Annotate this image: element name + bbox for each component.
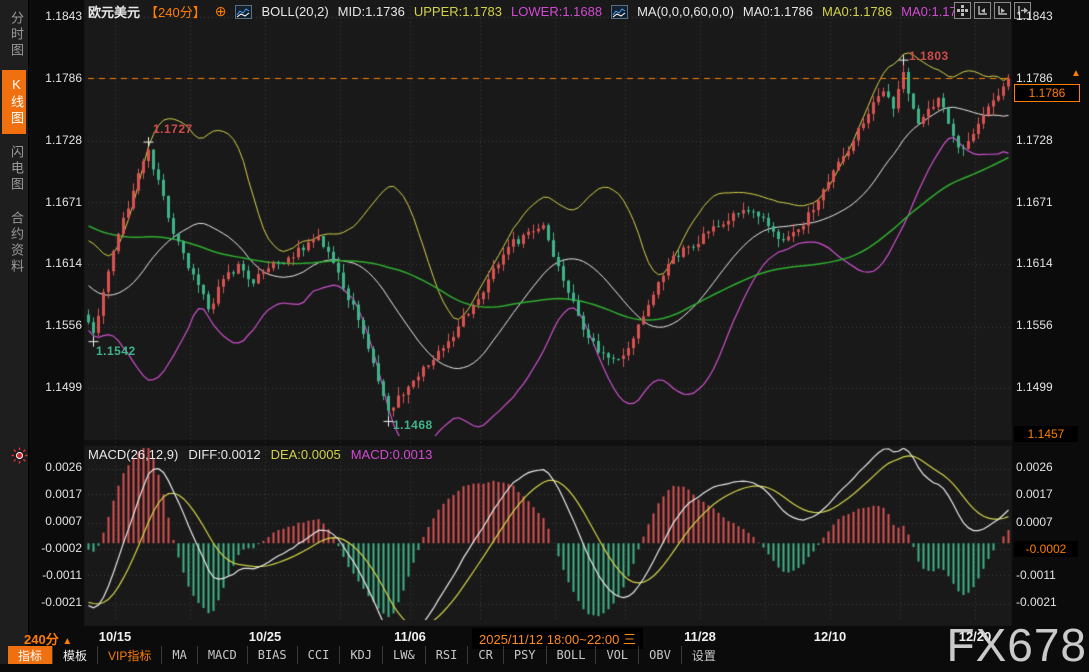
boll-lower-readout: LOWER:1.1688 <box>511 4 602 19</box>
range-low-tag: 1.1457 <box>1014 426 1078 442</box>
tab-psy[interactable]: PSY <box>503 646 546 664</box>
price-chart-canvas[interactable] <box>0 0 1089 664</box>
macd-header: MACD(26,12,9) DIFF:0.0012 DEA:0.0005 MAC… <box>88 447 432 462</box>
tab-cr[interactable]: CR <box>467 646 502 664</box>
price-axis-label: 1.1671 <box>1016 195 1086 209</box>
tab-bias[interactable]: BIAS <box>247 646 297 664</box>
macd-axis-label: -0.0011 <box>1016 568 1086 582</box>
line-chart-icon[interactable] <box>235 5 252 19</box>
tab-template[interactable]: 模板 <box>52 646 97 664</box>
tab-macd[interactable]: MACD <box>197 646 247 664</box>
macd-axis-label: 0.0007 <box>1016 514 1080 530</box>
period-label: 240分 <box>24 632 59 647</box>
price-axis-label: 1.1786 <box>0 71 82 85</box>
tab-indicator[interactable]: 指标 <box>8 646 52 664</box>
tab-boll[interactable]: BOLL <box>546 646 596 664</box>
macd-axis-label: 0.0007 <box>0 514 82 528</box>
macd-axis-label: 0.0026 <box>1016 460 1086 474</box>
axis-shift-right-icon[interactable] <box>994 2 1011 19</box>
price-axis-label: 1.1556 <box>1016 318 1086 332</box>
sidebar-item-flash-chart[interactable]: 闪电图 <box>2 138 26 200</box>
tab-obv[interactable]: OBV <box>638 646 681 664</box>
swing-low-label: 1.1468 <box>393 418 433 432</box>
swing-high-label: 1.1727 <box>153 122 193 136</box>
ma-label: MA(0,0,0,60,0,0) <box>637 4 734 19</box>
macd-current-tag: -0.0002 <box>1014 541 1078 557</box>
red-sun-icon[interactable] <box>11 447 28 469</box>
macd-axis-label: -0.0011 <box>0 568 82 582</box>
dea-readout: DEA:0.0005 <box>271 447 341 462</box>
tab-lwr[interactable]: LW& <box>382 646 425 664</box>
ma0-yellow-readout: MA0:1.1786 <box>822 4 892 19</box>
date-axis-label: 10/15 <box>99 629 132 644</box>
indicator-toolbar: 指标 模板 VIP指标 MA MACD BIAS CCI KDJ LW& RSI… <box>8 646 726 664</box>
price-axis-label: 1.1614 <box>0 256 82 270</box>
price-axis-label: 1.1843 <box>1016 9 1086 23</box>
macd-axis-label: -0.0021 <box>0 595 82 609</box>
ma0-white-readout: MA0:1.1786 <box>743 4 813 19</box>
price-axis-label: 1.1614 <box>1016 256 1086 270</box>
macd-params-label: MACD(26,12,9) <box>88 447 178 462</box>
price-axis-label: 1.1728 <box>0 133 82 147</box>
tab-rsi[interactable]: RSI <box>425 646 468 664</box>
left-sidebar: 分时图 K线图 闪电图 合约资料 <box>0 0 29 664</box>
tab-vip-indicator[interactable]: VIP指标 <box>97 646 161 664</box>
diff-readout: DIFF:0.0012 <box>188 447 260 462</box>
date-axis-label: 12/10 <box>814 629 847 644</box>
date-axis-label: 10/25 <box>249 629 282 644</box>
pan-mode-icon[interactable] <box>954 2 971 19</box>
price-axis-label: 1.1671 <box>0 195 82 209</box>
tab-ma[interactable]: MA <box>161 646 196 664</box>
swing-high-label: 1.1803 <box>909 49 949 63</box>
period-tag[interactable]: 【240分】 <box>145 2 206 21</box>
link-icon[interactable]: ⊕ <box>215 3 227 20</box>
boll-upper-readout: UPPER:1.1783 <box>414 4 502 19</box>
tab-cci[interactable]: CCI <box>297 646 340 664</box>
axis-shift-left-icon[interactable] <box>974 2 991 19</box>
date-axis-label: 11/28 <box>684 629 716 644</box>
tab-settings[interactable]: 设置 <box>681 646 726 664</box>
macd-readout: MACD:0.0013 <box>351 447 433 462</box>
price-axis-label: 1.1728 <box>1016 133 1086 147</box>
date-axis-label: 11/06 <box>394 629 426 644</box>
boll-label: BOLL(20,2) <box>261 4 328 19</box>
macd-axis-label: -0.0021 <box>1016 595 1086 609</box>
price-axis-label: 1.1843 <box>0 9 82 23</box>
symbol-name: 欧元美元 <box>88 2 140 21</box>
tab-kdj[interactable]: KDJ <box>339 646 382 664</box>
current-price-tag: 1.1786 <box>1014 84 1080 102</box>
line-chart-icon[interactable] <box>611 5 628 19</box>
macd-axis-label: -0.0002 <box>0 541 82 555</box>
macd-axis-label: 0.0017 <box>0 487 82 501</box>
sidebar-item-contract-info[interactable]: 合约资料 <box>2 204 26 282</box>
price-axis-label: 1.1556 <box>0 318 82 332</box>
latest-price-marker-icon[interactable]: ▲ <box>1071 69 1081 79</box>
boll-mid-readout: MID:1.1736 <box>338 4 405 19</box>
chart-header: 欧元美元 【240分】 ⊕ BOLL(20,2) MID:1.1736 UPPE… <box>88 2 971 21</box>
macd-axis-label: 0.0017 <box>1016 487 1086 501</box>
swing-low-label: 1.1542 <box>96 344 136 358</box>
tab-vol[interactable]: VOL <box>595 646 638 664</box>
price-axis-label: 1.1499 <box>0 380 82 394</box>
price-axis-label: 1.1499 <box>1016 380 1086 394</box>
